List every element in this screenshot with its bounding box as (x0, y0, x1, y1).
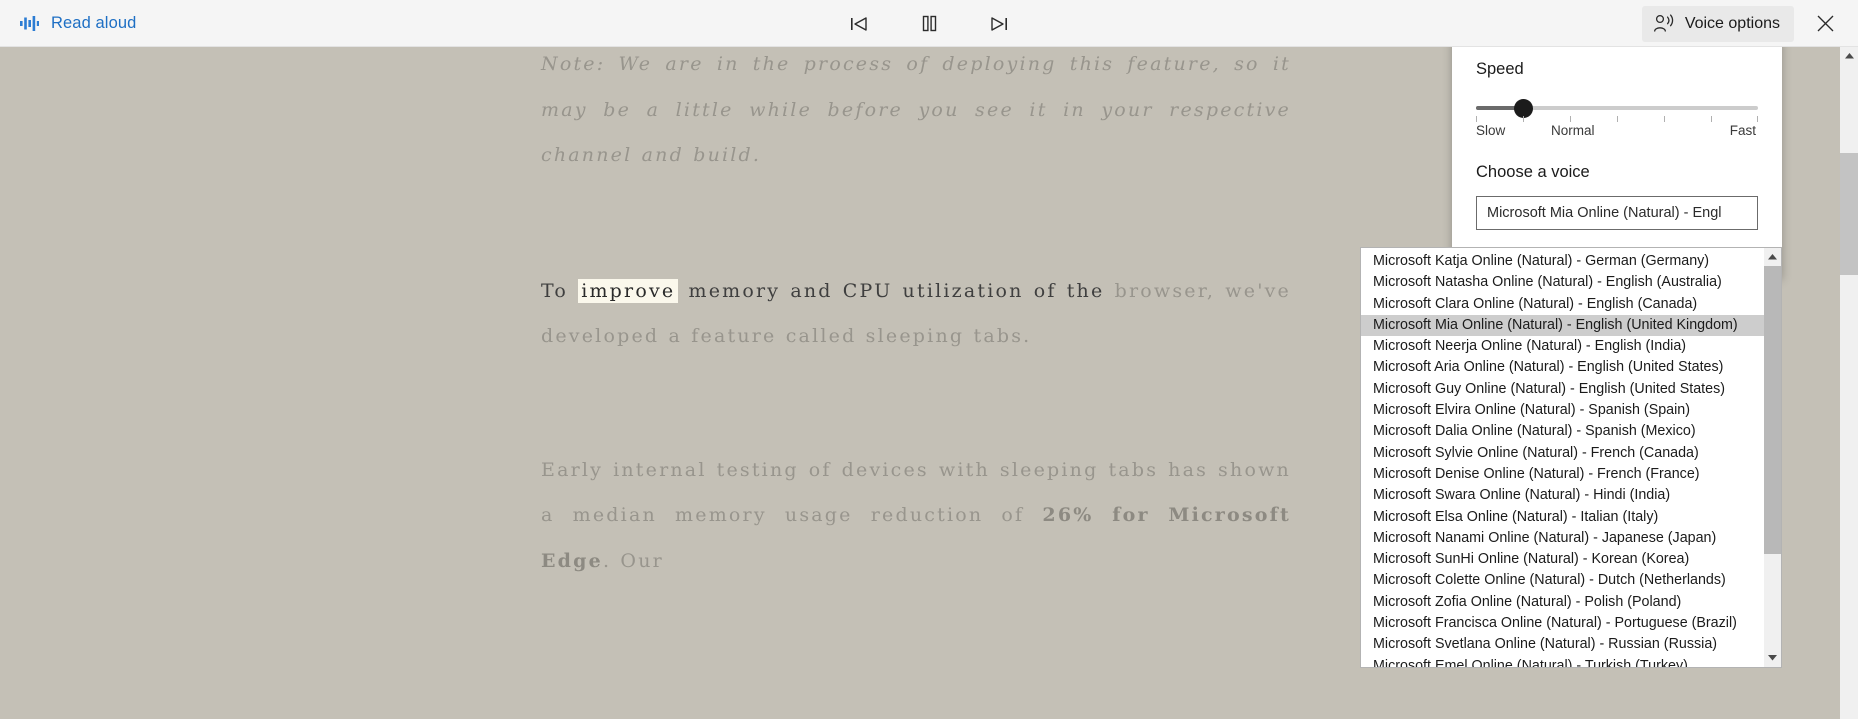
paragraph-sleeping-tabs: To improve memory and CPU utilization of… (541, 269, 1291, 360)
chevron-up-icon (1844, 53, 1854, 59)
previous-paragraph-button[interactable] (842, 7, 876, 41)
paragraph-testing: Early internal testing of devices with s… (541, 448, 1291, 585)
voice-dropdown-item[interactable]: Microsoft Nanami Online (Natural) - Japa… (1361, 528, 1764, 549)
chevron-down-icon (1768, 655, 1777, 661)
speed-heading: Speed (1476, 60, 1524, 78)
speed-slider[interactable] (1476, 99, 1758, 122)
waveform-icon (20, 16, 39, 31)
speed-label-normal: Normal (1551, 123, 1595, 138)
voice-dropdown-item[interactable]: Microsoft Colette Online (Natural) - Dut… (1361, 570, 1764, 591)
voice-dropdown-options: Microsoft Katja Online (Natural) - Germa… (1361, 248, 1764, 667)
voice-dropdown-item[interactable]: Microsoft Swara Online (Natural) - Hindi… (1361, 485, 1764, 506)
person-speaking-icon (1653, 14, 1674, 32)
previous-track-icon (851, 16, 867, 31)
voice-dropdown-item[interactable]: Microsoft Clara Online (Natural) - Engli… (1361, 294, 1764, 315)
voice-dropdown-list: Microsoft Katja Online (Natural) - Germa… (1360, 247, 1782, 668)
pause-button[interactable] (912, 7, 946, 41)
voice-dropdown-item[interactable]: Microsoft Aria Online (Natural) - Englis… (1361, 357, 1764, 378)
speed-scale-labels: Slow Normal Fast (1476, 123, 1758, 141)
speed-label-fast: Fast (1729, 123, 1756, 138)
next-track-icon (991, 16, 1007, 31)
voice-dropdown-item[interactable]: Microsoft Zofia Online (Natural) - Polis… (1361, 592, 1764, 613)
voice-dropdown-item[interactable]: Microsoft Guy Online (Natural) - English… (1361, 379, 1764, 400)
page-scrollbar[interactable] (1840, 47, 1858, 719)
voice-dropdown-item[interactable]: Microsoft Mia Online (Natural) - English… (1361, 314, 1764, 337)
word-highlight: improve (578, 278, 679, 303)
chevron-up-icon (1768, 254, 1777, 260)
paragraph-note: Note: We are in the process of deploying… (541, 53, 1291, 166)
voice-dropdown-item[interactable]: Microsoft Natasha Online (Natural) - Eng… (1361, 272, 1764, 293)
close-button[interactable] (1804, 4, 1846, 44)
page-scroll-thumb[interactable] (1840, 153, 1858, 275)
voice-options-label: Voice options (1684, 14, 1780, 32)
voice-dropdown-item[interactable]: Microsoft Emel Online (Natural) - Turkis… (1361, 656, 1764, 667)
voice-dropdown-item[interactable]: Microsoft Dalia Online (Natural) - Spani… (1361, 421, 1764, 442)
voice-options-panel: Speed Slow Normal Fast Choose a voice Mi… (1452, 38, 1782, 278)
voice-dropdown-scrollbar[interactable] (1764, 248, 1781, 667)
voice-dropdown-item[interactable]: Microsoft SunHi Online (Natural) - Korea… (1361, 549, 1764, 570)
read-line-suffix: memory and CPU utilization of the (678, 279, 1105, 302)
read-aloud-screen: Note: We are in the process of deploying… (0, 0, 1858, 719)
voice-dropdown-item[interactable]: Microsoft Elsa Online (Natural) - Italia… (1361, 507, 1764, 528)
read-aloud-label: Read aloud (51, 14, 137, 32)
read-aloud-brand: Read aloud (14, 0, 142, 47)
voice-dropdown-item[interactable]: Microsoft Francisca Online (Natural) - P… (1361, 613, 1764, 634)
voice-options-button[interactable]: Voice options (1641, 5, 1794, 42)
playback-controls (842, 0, 1016, 47)
read-aloud-toolbar: Read aloud Voice options (0, 0, 1858, 47)
currently-read-line: To improve memory and CPU utilization of… (541, 278, 1105, 303)
speed-slider-ticks (1476, 116, 1758, 123)
page-scroll-up-button[interactable] (1840, 47, 1858, 65)
article-body: Note: We are in the process of deploying… (541, 47, 1291, 584)
pause-icon (922, 15, 936, 32)
voice-dropdown-item[interactable]: Microsoft Denise Online (Natural) - Fren… (1361, 464, 1764, 485)
testing-text-after-bold: . Our (602, 549, 664, 572)
choose-voice-heading: Choose a voice (1476, 163, 1590, 181)
read-line-prefix: To (541, 279, 579, 302)
voice-dropdown-item[interactable]: Microsoft Katja Online (Natural) - Germa… (1361, 251, 1764, 272)
toolbar-right-group: Voice options (1641, 0, 1850, 47)
voice-dropdown-item[interactable]: Microsoft Neerja Online (Natural) - Engl… (1361, 336, 1764, 357)
dropdown-scroll-up-button[interactable] (1764, 248, 1781, 266)
voice-dropdown-item[interactable]: Microsoft Sylvie Online (Natural) - Fren… (1361, 443, 1764, 464)
speed-label-slow: Slow (1476, 123, 1506, 138)
voice-select-combobox[interactable]: Microsoft Mia Online (Natural) - Engl (1476, 196, 1758, 230)
dropdown-scroll-thumb[interactable] (1764, 266, 1781, 554)
close-icon (1817, 15, 1833, 32)
next-paragraph-button[interactable] (982, 7, 1016, 41)
dropdown-scroll-down-button[interactable] (1764, 649, 1781, 667)
voice-dropdown-item[interactable]: Microsoft Elvira Online (Natural) - Span… (1361, 400, 1764, 421)
voice-dropdown-item[interactable]: Microsoft Svetlana Online (Natural) - Ru… (1361, 634, 1764, 655)
